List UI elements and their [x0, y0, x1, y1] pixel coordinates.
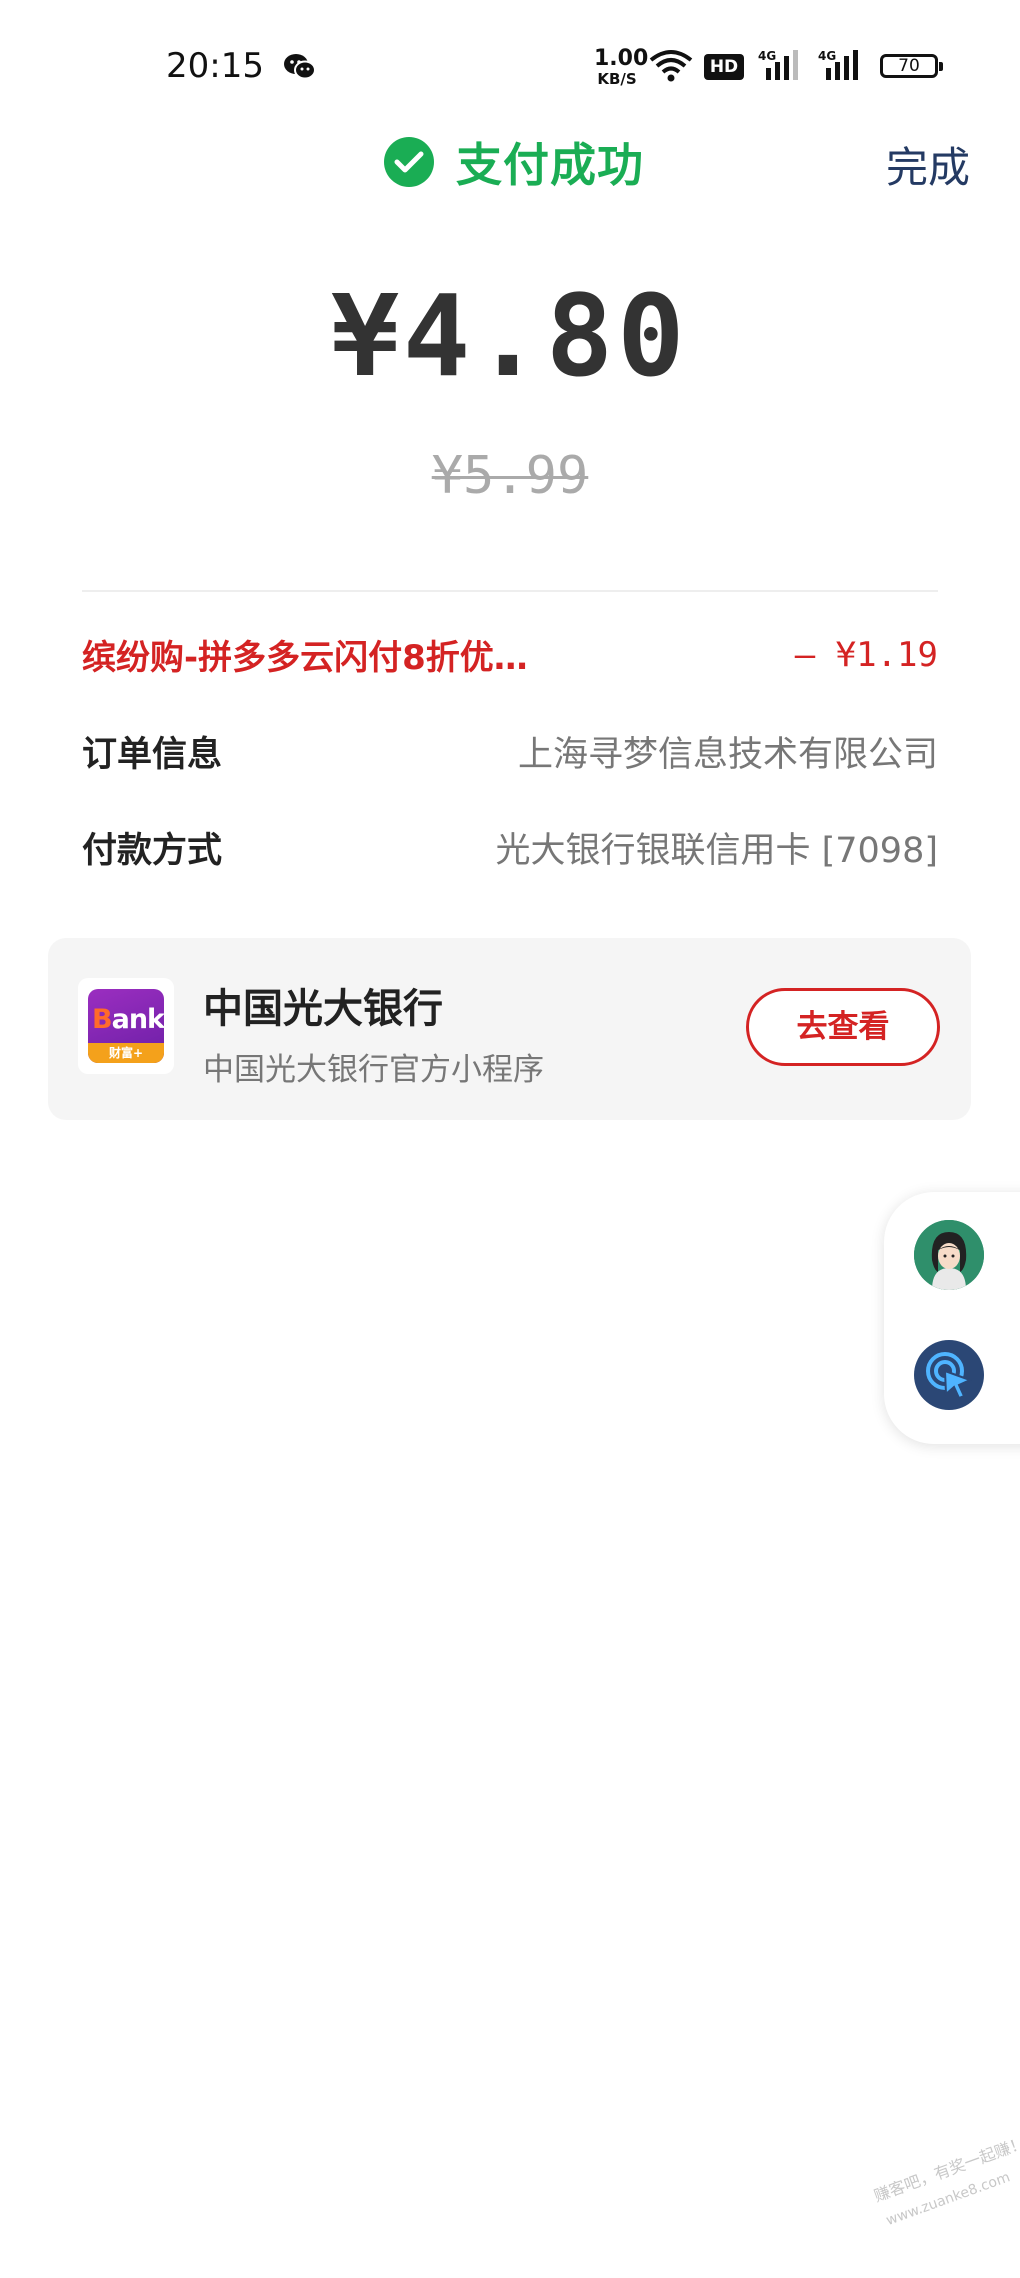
payment-status-text: 支付成功	[456, 138, 644, 192]
merchant-name: 上海寻梦信息技术有限公司	[517, 735, 938, 775]
divider	[82, 590, 938, 592]
bank-title: 中国光大银行	[203, 986, 443, 1032]
status-time: 20:15	[166, 46, 264, 86]
done-button[interactable]: 完成	[886, 134, 970, 195]
order-info-label: 订单信息	[82, 735, 223, 775]
wechat-icon	[283, 52, 317, 86]
network-speed: 1.00 KB/S	[594, 46, 649, 88]
floating-widget	[884, 1192, 1020, 1444]
assistant-avatar-icon[interactable]	[914, 1220, 984, 1290]
original-amount: ¥5.99	[431, 446, 589, 506]
view-button[interactable]: 去查看	[746, 988, 940, 1066]
payment-success-screen: 20:15 1.00 KB/S HD 4G 4G 70 支付成功 完成 ¥4.8…	[0, 0, 1020, 2278]
status-bar: 20:15 1.00 KB/S HD 4G 4G 70	[0, 0, 1020, 120]
signal-icon: 4G	[758, 48, 804, 86]
svg-text:4G: 4G	[758, 49, 776, 63]
promo-discount: – ¥1.19	[794, 634, 938, 675]
bank-mini-program-card[interactable]: Bank 财富+ 中国光大银行 中国光大银行官方小程序 去查看	[48, 938, 971, 1120]
promo-label: 缤纷购-拼多多云闪付8折优…	[82, 638, 528, 678]
payment-status: 支付成功	[384, 134, 644, 192]
order-info-row: 订单信息 上海寻梦信息技术有限公司	[82, 726, 938, 777]
svg-text:4G: 4G	[818, 49, 836, 63]
payment-method-row: 付款方式 光大银行银联信用卡 [7098]	[82, 822, 938, 873]
payment-method-value: 光大银行银联信用卡 [7098]	[495, 831, 938, 871]
promo-row: 缤纷购-拼多多云闪付8折优… – ¥1.19	[82, 630, 938, 679]
paid-amount: ¥4.80	[331, 272, 689, 402]
check-circle-icon	[384, 137, 434, 187]
bank-logo: Bank 财富+	[78, 978, 174, 1074]
payment-method-label: 付款方式	[82, 831, 223, 871]
cursor-click-icon[interactable]	[914, 1340, 984, 1410]
signal-icon-2: 4G	[818, 48, 864, 86]
hd-icon: HD	[704, 54, 744, 80]
battery-icon: 70	[880, 54, 943, 78]
wifi-icon	[648, 48, 694, 88]
bank-subtitle: 中国光大银行官方小程序	[203, 1052, 544, 1088]
